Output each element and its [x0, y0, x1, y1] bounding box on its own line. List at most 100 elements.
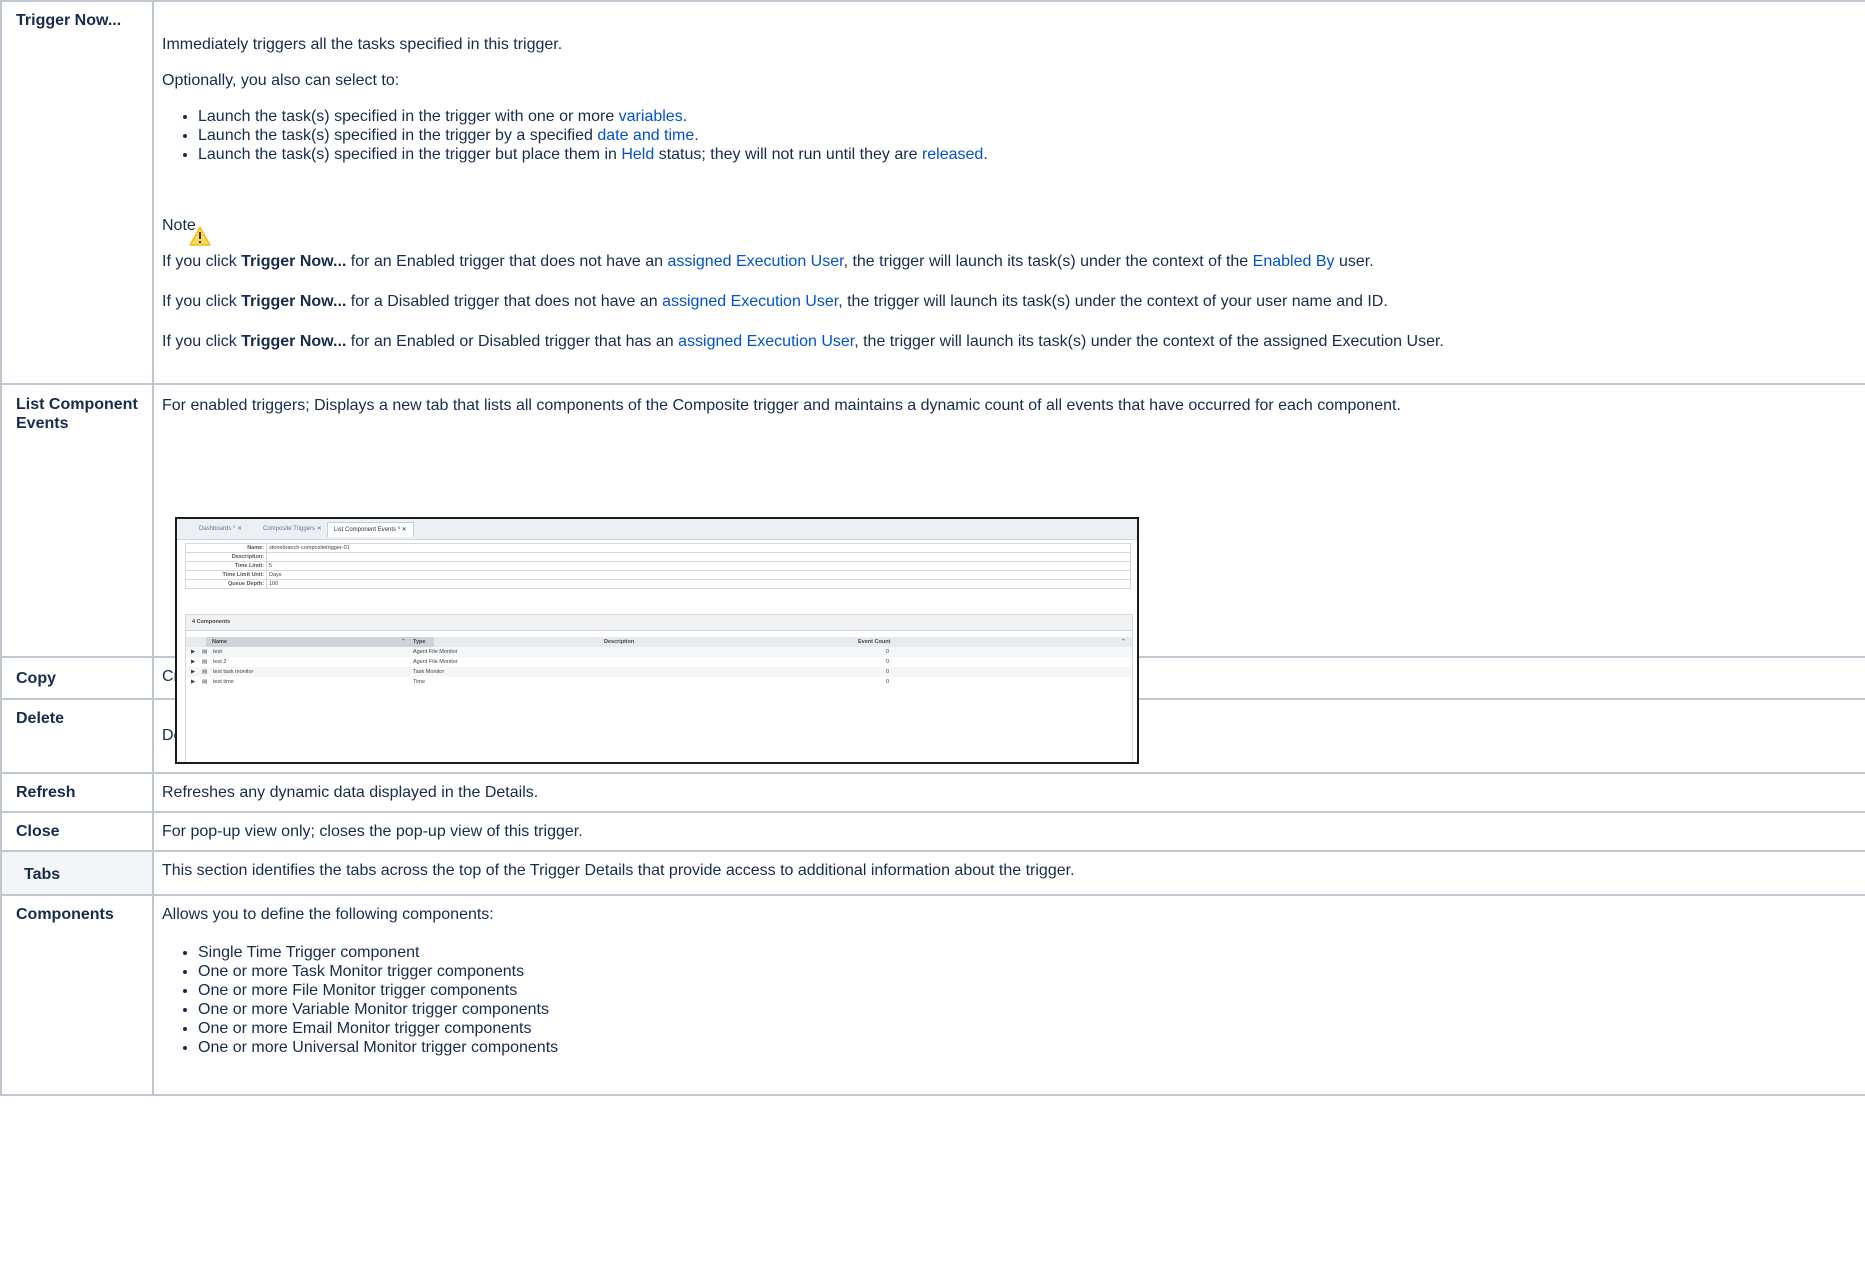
expand-icon: ▶	[191, 669, 196, 675]
row-label-text: Close	[16, 823, 60, 840]
date-and-time-link[interactable]: date and time	[597, 127, 694, 144]
component-icon: ▤	[202, 679, 208, 685]
row-label: Copy	[0, 656, 154, 700]
bold-text: Trigger Now...	[241, 293, 347, 310]
text: If you click	[162, 253, 242, 270]
text: Launch the task(s) specified in the trig…	[198, 108, 619, 125]
expand-icon: ▶	[191, 659, 196, 665]
row-trigger-now: Trigger Now... Immediately triggers all …	[0, 0, 1865, 385]
tab-label: Composite Triggers	[263, 526, 316, 532]
list-item: One or more Universal Monitor trigger co…	[198, 1038, 1865, 1057]
row-label-text: Tabs	[24, 866, 61, 883]
screenshot-tab-list-component-events: List Component Events ⁰ ✕	[327, 522, 414, 537]
screenshot-tab-bar: Dashboards ⁰ ✕ Composite Triggers ✕ List…	[177, 519, 1137, 540]
cell-type: Agent File Monitor	[413, 659, 458, 665]
cell-name: test task monitor	[213, 669, 254, 675]
list-item: Launch the task(s) specified in the trig…	[198, 107, 1865, 126]
list-item: Launch the task(s) specified in the trig…	[198, 126, 1865, 145]
text: Launch the task(s) specified in the trig…	[198, 127, 598, 144]
released-link[interactable]: released	[922, 146, 983, 163]
row-label-text: List Component Events	[16, 396, 138, 432]
row-label-text: Trigger Now...	[16, 12, 122, 29]
row-components: Components Allows you to define the foll…	[0, 894, 1865, 1096]
row-label: Close	[0, 811, 154, 852]
row-label-text: Components	[16, 906, 114, 923]
grid-row: ▶ ▤ test Agent File Monitor 0	[186, 647, 1132, 657]
grid-title: 4 Components	[186, 615, 1132, 631]
bold-text: Trigger Now...	[241, 333, 347, 350]
intro-text: Immediately triggers all the tasks speci…	[162, 36, 563, 53]
row-desc: Immediately triggers all the tasks speci…	[152, 0, 1865, 385]
variables-link[interactable]: variables	[619, 108, 683, 125]
text: .	[694, 127, 699, 144]
text: Launch the task(s) specified in the trig…	[198, 146, 622, 163]
row-label: Delete	[0, 698, 154, 774]
row-refresh: Refresh Refreshes any dynamic data displ…	[0, 772, 1865, 813]
screenshot-components-grid: 4 Components Name ⌃ Type Description Eve…	[185, 614, 1133, 762]
cell-name: test 2	[213, 659, 227, 665]
held-link[interactable]: Held	[621, 146, 654, 163]
text: status; they will not run until they are	[654, 146, 922, 163]
component-icon: ▤	[202, 659, 208, 665]
expand-icon: ▶	[191, 649, 196, 655]
row-label: Refresh	[0, 772, 154, 813]
row-label-text: Delete	[16, 710, 65, 727]
text: .	[983, 146, 988, 163]
cell-count: 0	[886, 669, 890, 675]
list-component-events-screenshot: Dashboards ⁰ ✕ Composite Triggers ✕ List…	[175, 517, 1139, 764]
col-event-count: Event Count	[858, 639, 891, 645]
row-tabs: Tabs This section identifies the tabs ac…	[0, 850, 1865, 896]
text: for an Enabled trigger that does not hav…	[346, 253, 668, 270]
text: for a Disabled trigger that does not hav…	[346, 293, 663, 310]
form-row: Time Limit: 5	[185, 562, 1131, 571]
list-item: Single Time Trigger component	[198, 943, 1865, 962]
list-item: One or more Email Monitor trigger compon…	[198, 1019, 1865, 1038]
list-item: Launch the task(s) specified in the trig…	[198, 145, 1865, 164]
note-title: Note	[162, 217, 196, 234]
grid-row: ▶ ▤ test 2 Agent File Monitor 0	[186, 657, 1132, 667]
grid-header: Name ⌃ Type Description Event Count ⌃	[186, 637, 1132, 647]
component-icon: ▤	[202, 669, 208, 675]
enabled-by-link[interactable]: Enabled By	[1253, 253, 1335, 270]
cell-count: 0	[886, 679, 890, 685]
form-row: Name: stonebranch-compositetrigger-01	[185, 543, 1131, 553]
field-value: stonebranch-compositetrigger-01	[269, 545, 350, 551]
cell-count: 0	[886, 659, 890, 665]
row-close: Close For pop-up view only; closes the p…	[0, 811, 1865, 852]
cell-type: Time	[413, 679, 426, 685]
row-label-text: Refresh	[16, 784, 76, 801]
list-item: One or more Variable Monitor trigger com…	[198, 1000, 1865, 1019]
assigned-execution-user-link[interactable]: assigned Execution User	[662, 293, 838, 310]
grid-body: ▶ ▤ test Agent File Monitor 0 ▶ ▤ test 2 Agent F…	[186, 647, 1132, 687]
components-list: Single Time Trigger component One or more…	[162, 943, 1865, 1057]
tab-label: Dashboards	[199, 526, 232, 532]
screenshot-tab-composite-triggers: Composite Triggers ✕	[263, 526, 322, 532]
form-row: Time Limit Unit: Days	[185, 571, 1131, 580]
desc-text: For enabled triggers; Displays a new tab…	[162, 397, 1401, 414]
cell-name: test time	[213, 679, 234, 685]
expand-icon: ▶	[191, 679, 196, 685]
field-label: Time Limit:	[186, 562, 267, 570]
grid-row: ▶ ▤ test task monitor Task Monitor 0	[186, 667, 1132, 677]
optional-text: Optionally, you also can select to:	[162, 72, 400, 89]
row-label: Components	[0, 894, 154, 1096]
text: for an Enabled or Disabled trigger that …	[346, 333, 679, 350]
text: , the trigger will launch its task(s) un…	[838, 293, 1388, 310]
tab-label: List Component Events	[334, 527, 397, 533]
text: user.	[1334, 253, 1374, 270]
sort-icon: ⌃	[401, 639, 406, 645]
note-paragraph: If you click Trigger Now... for a Disabl…	[162, 293, 1865, 311]
assigned-execution-user-link[interactable]: assigned Execution User	[667, 253, 843, 270]
field-label: Name:	[186, 544, 267, 552]
cell-count: 0	[886, 649, 890, 655]
text: , the trigger will launch its task(s) un…	[843, 253, 1253, 270]
cell-name: test	[213, 649, 222, 655]
assigned-execution-user-link[interactable]: assigned Execution User	[678, 333, 854, 350]
list-item: One or more File Monitor trigger compone…	[198, 981, 1865, 1000]
form-row: Queue Depth: 100	[185, 580, 1131, 589]
note-paragraph: If you click Trigger Now... for an Enabl…	[162, 253, 1865, 271]
options-list: Launch the task(s) specified in the trig…	[162, 107, 1865, 164]
row-desc: Refreshes any dynamic data displayed in …	[152, 772, 1865, 813]
col-name: Name	[206, 637, 434, 647]
screenshot-form: Name: stonebranch-compositetrigger-01 Des…	[185, 543, 1131, 589]
